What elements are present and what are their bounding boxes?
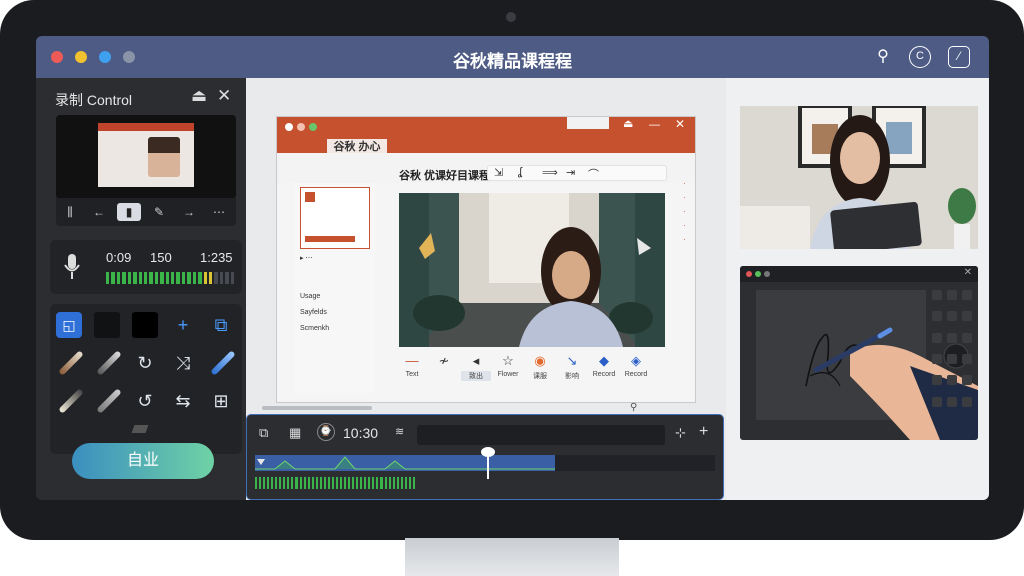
tool-wave[interactable]: ≁ — [429, 353, 459, 371]
pencil-icon[interactable] — [94, 388, 122, 414]
search-icon[interactable]: ⚲ — [872, 46, 894, 68]
add-icon[interactable]: + — [170, 312, 196, 338]
tool-output[interactable]: ◂ 致出 — [461, 353, 491, 381]
video-track-empty[interactable] — [555, 455, 715, 471]
monitor-stand — [405, 538, 619, 576]
app-title: 谷秋精品课程程 — [453, 52, 572, 71]
preview-controls: ⫼ ← ▮ ✎ → ⋯ — [56, 198, 236, 226]
doc-right-rail: · · · · · — [683, 179, 686, 244]
annotate-icon[interactable]: ✎ — [147, 203, 171, 221]
transform-icon[interactable]: ⤨ — [170, 350, 196, 376]
horizontal-scrollbar[interactable] — [262, 406, 372, 410]
brush-icon[interactable] — [56, 350, 84, 376]
sidebar-item-scmenkh[interactable]: Scmenkh — [300, 325, 329, 332]
slide-heading: 谷秋 优课好目课程 — [399, 170, 491, 182]
audio-level: 150 — [150, 250, 172, 265]
layout-icon[interactable]: ⊞ — [208, 388, 234, 414]
doc-maximize-button[interactable] — [309, 123, 317, 131]
crop-icon[interactable]: ⁄ — [948, 46, 970, 68]
undo-icon[interactable]: ↺ — [132, 388, 158, 414]
marker-icon[interactable] — [208, 350, 236, 376]
webcam-lens — [506, 12, 516, 22]
audio-level-meter — [106, 272, 235, 284]
presentation-window: ⏏ — ✕ 谷秋 办心 · · · · · ▸ ⋯ Usage Sayfelds Scm… — [276, 116, 696, 403]
slide-tool-3-icon[interactable]: ⟹ — [542, 166, 558, 179]
tablet-express-keys[interactable] — [932, 290, 972, 414]
waveform-icon: ≋ — [395, 426, 405, 438]
pin-icon[interactable]: ⏏ — [191, 86, 207, 106]
pen-tablet-feed[interactable]: ✕ — [740, 266, 978, 440]
split-icon[interactable]: ⫼ — [58, 203, 82, 221]
pen-icon[interactable] — [94, 350, 122, 376]
main-canvas: ⏏ — ✕ 谷秋 办心 · · · · · ▸ ⋯ Usage Sayfelds Scm… — [246, 78, 726, 500]
sidebar-item-sayfelds[interactable]: Sayfelds — [300, 309, 327, 316]
control-panel: 录制 Control ⏏ ✕ ⫼ ← ▮ ✎ → ⋯ 0:09 150 1:23… — [36, 78, 246, 500]
sidebar-item-1[interactable]: ▸ ⋯ — [300, 254, 312, 262]
doc-minimize-icon[interactable]: — — [649, 119, 660, 131]
lecture-video[interactable] — [399, 193, 665, 347]
side-panels: ✕ — [726, 78, 989, 500]
slide-tool-2-icon[interactable]: ʆ — [518, 166, 522, 178]
tool-course[interactable]: ◉ 课服 — [525, 353, 555, 381]
close-icon[interactable]: ✕ — [217, 86, 231, 106]
zoom-icon[interactable]: ⚲ — [630, 402, 637, 413]
more-icon[interactable]: ⋯ — [207, 203, 231, 221]
back-icon[interactable]: ← — [87, 203, 111, 221]
slide-toolbar: ⇲ ʆ ⟹ ⇥ ⌒ — [487, 165, 667, 181]
doc-close-icon[interactable]: ✕ — [675, 117, 685, 131]
slide-tool-5-icon[interactable]: ⌒ — [588, 166, 599, 182]
panel-title: 录制 Control — [55, 92, 133, 108]
audio-elapsed: 0:09 — [106, 250, 132, 265]
tool-record-b[interactable]: ◈ Record — [621, 353, 651, 378]
caption-icon[interactable]: ⧉ — [208, 312, 234, 338]
audio-panel: 0:09 150 1:235 — [50, 240, 242, 294]
split-clip-icon[interactable]: ⊹ — [675, 425, 686, 441]
doc-sidebar: ▸ ⋯ Usage Sayfelds Scmenkh — [295, 183, 375, 393]
preview-thumbnail — [56, 115, 236, 199]
presentation-toolbar: — Text ≁ ◂ 致出 ☆ Flower ◉ 课服 ↘ 影响 ◆ Record ◈ Rec… — [397, 353, 667, 393]
film-icon[interactable]: ▦ — [289, 425, 301, 441]
tool-text[interactable]: — Text — [397, 353, 427, 378]
resize-handle[interactable] — [131, 425, 149, 433]
slide-tool-1-icon[interactable]: ⇲ — [494, 166, 503, 179]
timeline-scrub-bar[interactable] — [417, 425, 665, 445]
doc-close-button[interactable] — [285, 123, 293, 131]
timeline-panel: ⧉ ▦ ⌚ 10:30 ≋ ⊹ + — [246, 414, 724, 500]
slide-tool-4-icon[interactable]: ⇥ — [566, 166, 575, 179]
timer-icon[interactable]: ⌚ — [317, 423, 335, 441]
color-swatch-dark[interactable] — [94, 312, 120, 338]
presentation-titlebar: ⏏ — ✕ 谷秋 办心 — [277, 117, 695, 155]
sidebar-item-usage[interactable]: Usage — [300, 293, 320, 300]
color-swatch-black[interactable] — [132, 312, 158, 338]
microphone-icon[interactable] — [62, 252, 82, 282]
audio-track[interactable] — [255, 477, 415, 489]
camera-track-icon[interactable]: ⧉ — [259, 425, 268, 441]
tool-effect[interactable]: ↘ 影响 — [557, 353, 587, 381]
webcam-feed[interactable] — [740, 106, 978, 249]
doc-minimize-button[interactable] — [297, 123, 305, 131]
select-tool-icon[interactable]: ◱ — [56, 312, 82, 338]
add-clip-icon[interactable]: + — [699, 423, 708, 441]
title-bar: 谷秋精品课程程 ⚲ C ⁄ — [36, 36, 989, 78]
forward-icon[interactable]: → — [177, 203, 201, 221]
playhead-handle[interactable] — [481, 447, 495, 457]
doc-share-icon[interactable]: ⏏ — [623, 117, 633, 130]
tool-record-a[interactable]: ◆ Record — [589, 353, 619, 378]
swap-icon[interactable]: ⇆ — [170, 388, 196, 414]
timeline-time: 10:30 — [343, 425, 379, 441]
preview-presenter — [148, 137, 180, 177]
bookmark-icon[interactable]: ▮ — [117, 203, 141, 221]
tool-flower[interactable]: ☆ Flower — [493, 353, 523, 378]
doc-search-box[interactable] — [567, 117, 609, 129]
slide-thumbnail[interactable] — [300, 187, 370, 249]
primary-action-button[interactable]: 自业 — [72, 443, 214, 479]
refresh-icon[interactable]: C — [909, 46, 931, 68]
audio-total: 1:235 — [200, 250, 233, 265]
app-window: 谷秋精品课程程 ⚲ C ⁄ 录制 Control ⏏ ✕ ⫼ ← ▮ ✎ → ⋯ — [36, 36, 989, 500]
rotate-icon[interactable]: ↻ — [132, 350, 158, 376]
video-track[interactable] — [255, 455, 555, 471]
paintbrush-icon[interactable] — [56, 388, 84, 414]
monitor-bezel: 谷秋精品课程程 ⚲ C ⁄ 录制 Control ⏏ ✕ ⫼ ← ▮ ✎ → ⋯ — [0, 0, 1024, 540]
